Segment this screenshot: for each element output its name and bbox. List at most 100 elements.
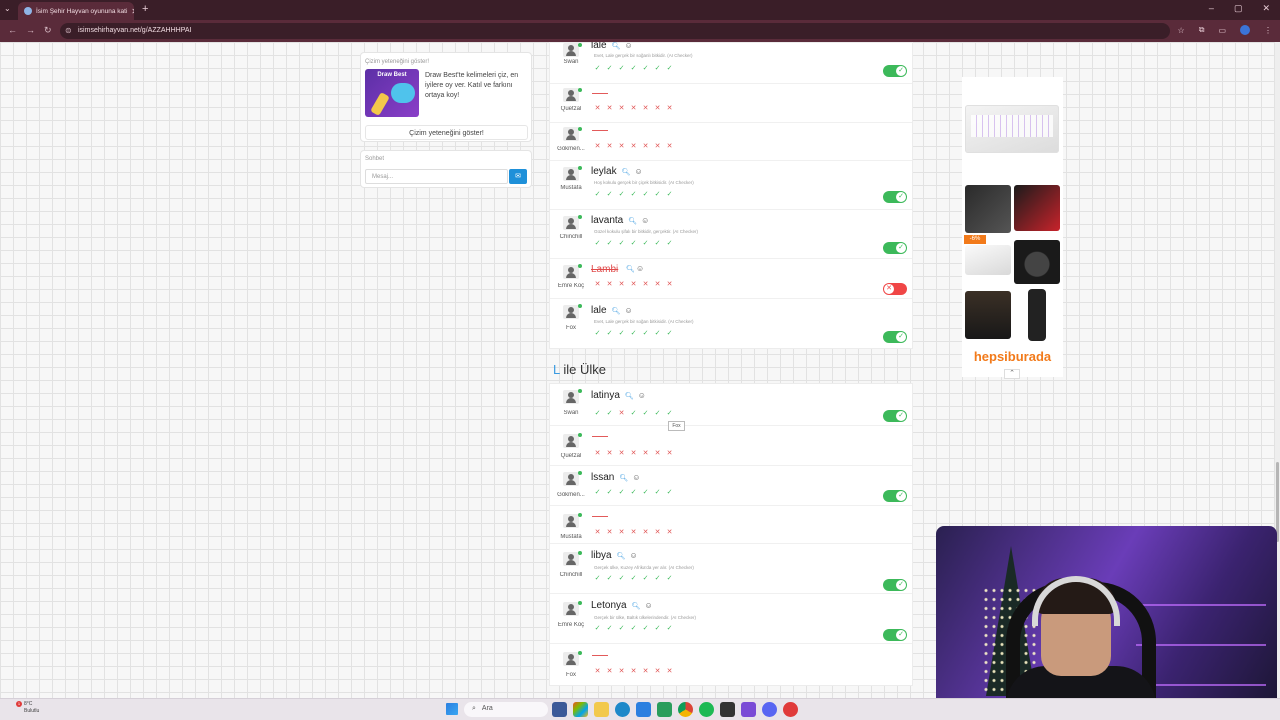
app-icon[interactable] — [552, 702, 567, 717]
vote-ok-icon: ✓ — [654, 191, 661, 198]
discord-icon[interactable] — [762, 702, 777, 717]
webcam-product-image[interactable] — [965, 291, 1011, 339]
keyboard-product-image[interactable] — [965, 105, 1059, 153]
cast-icon[interactable]: ▭ — [1218, 26, 1226, 35]
chrome-icon[interactable] — [678, 702, 693, 717]
close-tab-icon[interactable]: ✕ — [131, 7, 134, 16]
smiley-icon[interactable]: ☺ — [632, 473, 640, 482]
search-icon[interactable]: 🔍︎ — [619, 474, 628, 482]
validity-toggle[interactable] — [883, 490, 907, 502]
app-icon[interactable] — [657, 702, 672, 717]
store-icon[interactable] — [636, 702, 651, 717]
keyboard-small-product-image[interactable] — [965, 245, 1011, 275]
extensions-icon[interactable]: ⧉ — [1199, 25, 1205, 35]
smiley-icon[interactable]: ☺ — [629, 551, 637, 560]
url-field[interactable]: isimsehirhayvan.net/g/AZZAHHHPAI — [60, 23, 1170, 39]
smiley-icon[interactable]: ☺ — [636, 264, 644, 273]
answer-text: Letonya 🔍︎ ☺ — [591, 600, 653, 611]
draw-best-button[interactable]: Çizim yeteneğini göster! — [365, 125, 528, 140]
spotify-icon[interactable] — [699, 702, 714, 717]
smiley-icon[interactable]: ☺ — [624, 42, 632, 50]
vote-no-icon: ✕ — [630, 143, 637, 150]
validity-toggle[interactable] — [883, 629, 907, 641]
maximize-icon[interactable]: ▢ — [1234, 3, 1243, 14]
smiley-icon[interactable]: ☺ — [641, 216, 649, 225]
ad-collapse-icon[interactable]: ⌃ — [1004, 369, 1020, 379]
menu-icon[interactable]: ⋮ — [1264, 26, 1272, 35]
address-bar-row: ← → ↻ isimsehirhayvan.net/g/AZZAHHHPAI ☆… — [0, 20, 1280, 42]
chat-message-input[interactable]: Mesaj... — [365, 169, 508, 184]
smiley-icon[interactable]: ☺ — [638, 391, 646, 400]
draw-best-image[interactable]: Draw Best — [365, 69, 419, 117]
windows-start-icon[interactable] — [446, 703, 458, 715]
vote-ok-icon: ✓ — [594, 65, 601, 72]
app-icon[interactable] — [573, 702, 588, 717]
search-icon[interactable]: 🔍︎ — [632, 602, 641, 610]
gpu-product-image[interactable] — [965, 185, 1011, 233]
taskbar-search[interactable]: ⌕ Ara — [464, 702, 548, 717]
reload-icon[interactable]: ↻ — [44, 25, 52, 36]
vote-no-icon: ✕ — [630, 529, 637, 536]
validity-toggle[interactable] — [883, 410, 907, 422]
hepsiburada-logo[interactable]: hepsiburada — [962, 349, 1063, 364]
ai-checker-note: Gerçek bir ülke, Baltık ülkelerindendir.… — [594, 615, 697, 620]
file-explorer-icon[interactable] — [594, 702, 609, 717]
scrollbar-thumb[interactable] — [1276, 462, 1279, 542]
weather-widget[interactable]: 1 8°C Bulutlu — [12, 701, 39, 715]
terminal-icon[interactable] — [720, 702, 735, 717]
controller-product-image[interactable] — [1014, 240, 1060, 284]
search-icon[interactable]: 🔍︎ — [612, 42, 621, 50]
app-icon[interactable] — [741, 702, 756, 717]
vote-no-icon: ✕ — [606, 281, 613, 288]
vote-marks: ✕ ✕ ✕ ✕ ✕ ✕ ✕ — [594, 105, 673, 113]
draw-best-description: Draw Best'te kelimeleri çiz, en iyilere … — [425, 72, 519, 99]
profile-avatar[interactable] — [1240, 25, 1250, 35]
avatar — [563, 514, 579, 528]
forward-icon[interactable]: → — [26, 25, 35, 35]
bookmark-star-icon[interactable]: ☆ — [1178, 26, 1185, 35]
vote-no-icon: ✕ — [642, 143, 649, 150]
avatar — [563, 652, 579, 666]
new-tab-button[interactable]: + — [142, 3, 148, 15]
tab-list-icon[interactable]: ⌄ — [4, 4, 11, 13]
player-name: Swan — [563, 410, 579, 416]
validity-toggle[interactable] — [883, 65, 907, 77]
pc-case-product-image[interactable] — [1014, 185, 1060, 231]
smiley-icon[interactable]: ☺ — [624, 306, 632, 315]
search-icon[interactable]: 🔍︎ — [622, 168, 631, 176]
vote-ok-icon: ✓ — [630, 625, 637, 632]
ad-banner[interactable]: -6% hepsiburada ⌃ — [962, 77, 1063, 379]
search-icon[interactable]: 🔍︎ — [612, 307, 621, 315]
vote-marks: ✓ ✓ ✓ ✓ ✓ ✓ ✓ — [594, 489, 673, 497]
vote-ok-icon: ✓ — [630, 240, 637, 247]
cloud-icon — [391, 83, 415, 103]
search-icon[interactable]: 🔍︎ — [628, 217, 637, 225]
validity-toggle[interactable] — [883, 191, 907, 203]
search-icon[interactable]: 🔍︎ — [625, 392, 634, 400]
avatar — [563, 265, 579, 279]
smiley-icon[interactable]: ☺ — [644, 601, 652, 610]
answer-row: Chinchill lavanta 🔍︎ ☺ Güzel kokulu şifalı… — [550, 210, 912, 259]
vote-ok-icon: ✓ — [666, 65, 673, 72]
chat-send-button[interactable]: ✉ — [509, 169, 527, 184]
edge-icon[interactable] — [615, 702, 630, 717]
back-icon[interactable]: ← — [8, 25, 17, 35]
app-icon[interactable] — [783, 702, 798, 717]
vote-marks: ✓ ✓ ✓ ✓ ✓ ✓ ✓ — [594, 240, 673, 248]
minimize-icon[interactable]: – — [1209, 3, 1214, 14]
vote-no-icon: ✕ — [654, 143, 661, 150]
smiley-icon[interactable]: ☺ — [634, 167, 642, 176]
gimbal-product-image[interactable] — [1028, 289, 1046, 341]
validity-toggle[interactable] — [883, 283, 907, 295]
validity-toggle[interactable] — [883, 242, 907, 254]
validity-toggle[interactable] — [883, 331, 907, 343]
browser-tab[interactable]: İsim Şehir Hayvan oyununa kati ✕ — [18, 2, 134, 20]
close-window-icon[interactable]: ✕ — [1262, 3, 1270, 14]
search-icon[interactable]: 🔍︎ — [626, 265, 635, 273]
validity-toggle[interactable] — [883, 579, 907, 591]
brush-icon — [370, 91, 390, 117]
online-dot — [578, 433, 582, 437]
vote-ok-icon: ✓ — [618, 489, 625, 496]
search-icon[interactable]: 🔍︎ — [617, 552, 626, 560]
vote-no-icon: ✕ — [618, 529, 625, 536]
